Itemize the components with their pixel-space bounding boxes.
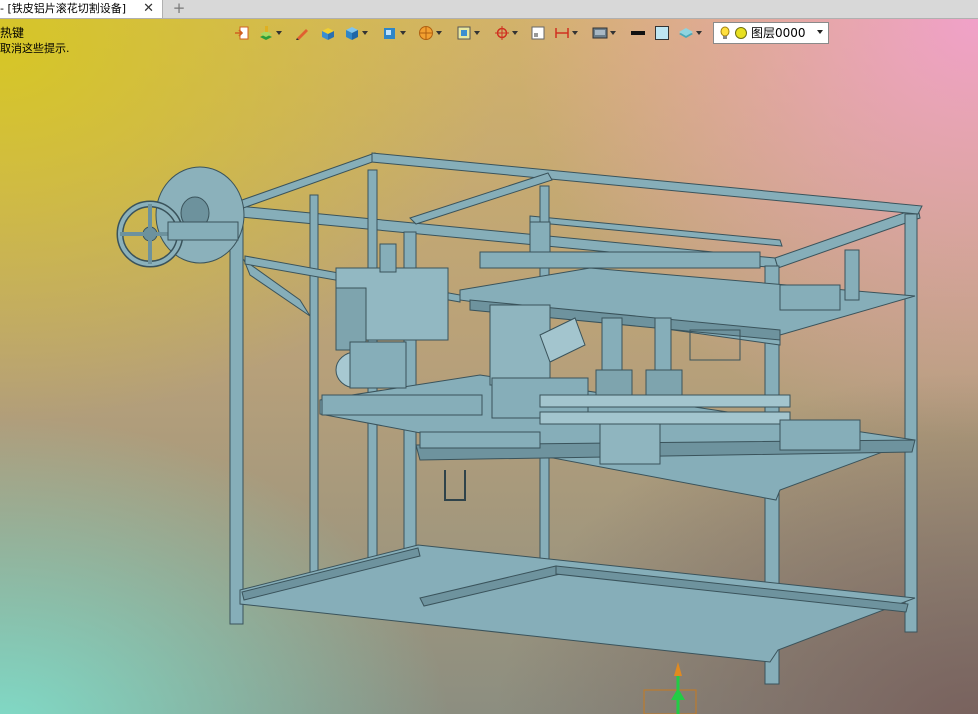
chevron-down-icon [276,31,282,35]
import-icon [235,26,249,40]
face-box-icon [322,28,334,40]
chevron-down-icon [696,31,702,35]
chevron-down-icon [817,30,823,34]
dimension-button[interactable] [554,24,580,42]
tab-title: - [铁皮铝片滚花切割设备] [0,2,127,15]
chevron-down-icon [436,31,442,35]
new-tab-icon[interactable]: + [170,0,188,18]
render-button[interactable] [456,24,482,42]
chevron-down-icon [400,31,406,35]
cad-window: - [铁皮铝片滚花切割设备] ✕ + 热键 取消这些提示. 图层0000 [0,0,978,714]
chevron-down-icon [572,31,578,35]
bulb-icon [720,26,730,39]
display-icon [592,27,608,39]
solid-box-button[interactable] [344,24,370,42]
dimension-icon [555,28,569,38]
hint-hotkeys[interactable]: 热键 [0,24,24,41]
hint-dismiss[interactable]: 取消这些提示. [0,40,70,56]
document-tab-bar: - [铁皮铝片滚花切割设备] ✕ + [0,0,978,19]
close-icon[interactable]: ✕ [143,0,154,18]
solid-box-icon [346,27,358,40]
snap-icon [495,26,509,40]
layer-stack-icon [679,28,693,38]
machine-model[interactable] [0,0,978,714]
chevron-down-icon [610,31,616,35]
tab-document[interactable]: - [铁皮铝片滚花切割设备] ✕ [0,0,163,18]
layer-name: 图层0000 [751,26,806,40]
layer-stack-button[interactable] [678,24,704,42]
fill-color-icon [655,26,669,40]
snap-button[interactable] [494,24,520,42]
display-button[interactable] [592,24,618,42]
layer-select[interactable]: 图层0000 [713,22,829,44]
feed-assembly [116,166,483,416]
layer-color-icon [735,27,747,39]
axis-indicator[interactable] [643,662,697,714]
view-box-icon [384,28,395,39]
layer-paint-icon [260,26,272,40]
line-color-icon [631,31,645,35]
grid-icon [531,26,545,40]
chevron-down-icon [512,31,518,35]
chevron-down-icon [362,31,368,35]
pencil-icon [296,29,308,40]
view-box-button[interactable] [382,24,408,42]
chevron-down-icon [474,31,480,35]
render-icon [457,26,471,40]
ball-icon [419,26,433,40]
layer-paint-button[interactable] [258,24,284,42]
view-toolbar: 图层0000 [230,22,830,44]
ball-button[interactable] [418,24,444,42]
